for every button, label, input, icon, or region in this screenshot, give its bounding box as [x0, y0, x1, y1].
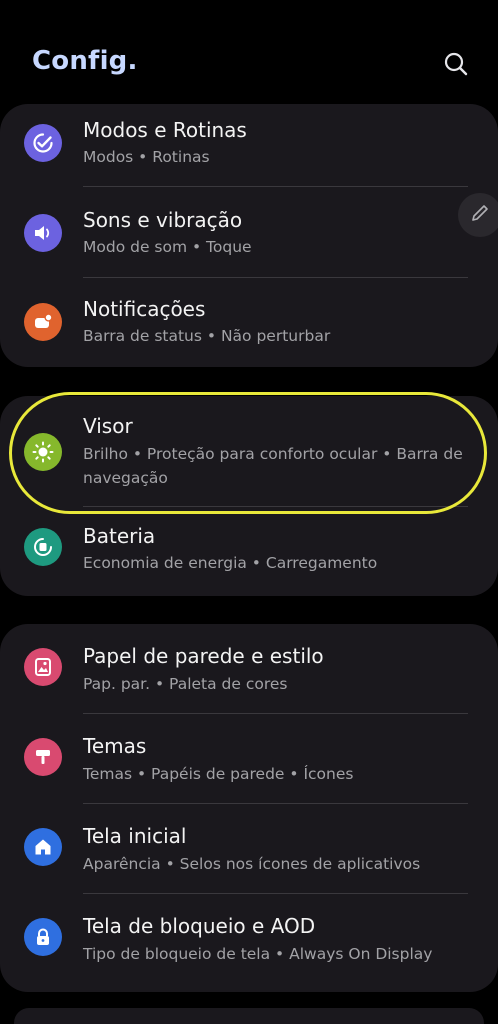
- settings-group-personalization: Papel de parede e estilo Pap. par. • Pal…: [0, 624, 498, 992]
- settings-item-subtitle: Tipo de bloqueio de tela • Always On Dis…: [83, 945, 433, 963]
- settings-item-sounds-vibration[interactable]: Sons e vibração Modo de som • Toque: [0, 194, 498, 284]
- settings-item-label: Sons e vibração: [83, 208, 243, 232]
- settings-item-subtitle: Temas • Papéis de parede • Ícones: [83, 765, 354, 783]
- settings-item-subtitle: Barra de status • Não perturbar: [83, 327, 331, 345]
- settings-item-label: Temas: [83, 734, 147, 758]
- settings-item-display[interactable]: Visor Brilho • Proteção para conforto oc…: [0, 396, 498, 506]
- settings-item-label: Visor: [83, 414, 133, 438]
- settings-item-notifications[interactable]: Notificações Barra de status • Não pertu…: [0, 285, 498, 367]
- settings-item-modes-routines[interactable]: Modos e Rotinas Modos • Rotinas: [0, 104, 498, 194]
- settings-item-label: Papel de parede e estilo: [83, 644, 324, 668]
- edit-button[interactable]: [458, 193, 498, 237]
- lock-icon: [24, 918, 62, 956]
- settings-group-connectivity: Modos e Rotinas Modos • Rotinas Sons e v…: [0, 104, 498, 367]
- settings-item-subtitle: Aparência • Selos nos ícones de aplicati…: [83, 855, 421, 873]
- settings-item-subtitle: Brilho • Proteção para conforto ocular •…: [83, 445, 463, 487]
- settings-item-battery[interactable]: Bateria Economia de energia • Carregamen…: [0, 510, 498, 596]
- settings-item-wallpaper-style[interactable]: Papel de parede e estilo Pap. par. • Pal…: [0, 624, 498, 714]
- wallpaper-icon: [24, 648, 62, 686]
- settings-item-subtitle: Modo de som • Toque: [83, 238, 252, 256]
- settings-item-label: Modos e Rotinas: [83, 118, 247, 142]
- speaker-icon: [24, 214, 62, 252]
- settings-item-subtitle: Economia de energia • Carregamento: [83, 554, 378, 572]
- divider: [83, 277, 468, 278]
- settings-item-home-screen[interactable]: Tela inicial Aparência • Selos nos ícone…: [0, 804, 498, 894]
- settings-item-subtitle: Modos • Rotinas: [83, 148, 210, 166]
- battery-icon: [24, 528, 62, 566]
- home-icon: [24, 828, 62, 866]
- header: Config.: [0, 0, 498, 100]
- check-circle-icon: [24, 124, 62, 162]
- page-title: Config.: [32, 46, 138, 76]
- settings-item-lock-screen-aod[interactable]: Tela de bloqueio e AOD Tipo de bloqueio …: [0, 894, 498, 992]
- divider: [83, 186, 468, 187]
- settings-group-display: Visor Brilho • Proteção para conforto oc…: [0, 396, 498, 596]
- search-icon[interactable]: [440, 48, 472, 80]
- theme-brush-icon: [24, 738, 62, 776]
- notification-icon: [24, 303, 62, 341]
- pencil-icon: [469, 202, 491, 228]
- settings-item-label: Tela inicial: [83, 824, 187, 848]
- divider: [83, 506, 468, 507]
- settings-item-subtitle: Pap. par. • Paleta de cores: [83, 675, 288, 693]
- next-group-card: [14, 1008, 484, 1024]
- settings-item-label: Notificações: [83, 297, 206, 321]
- settings-item-label: Bateria: [83, 524, 156, 548]
- settings-item-themes[interactable]: Temas Temas • Papéis de parede • Ícones: [0, 714, 498, 804]
- settings-screen: Config. Modos e Rotinas Modos • Rotinas: [0, 0, 498, 1024]
- settings-item-label: Tela de bloqueio e AOD: [83, 914, 316, 938]
- sun-icon: [24, 433, 62, 471]
